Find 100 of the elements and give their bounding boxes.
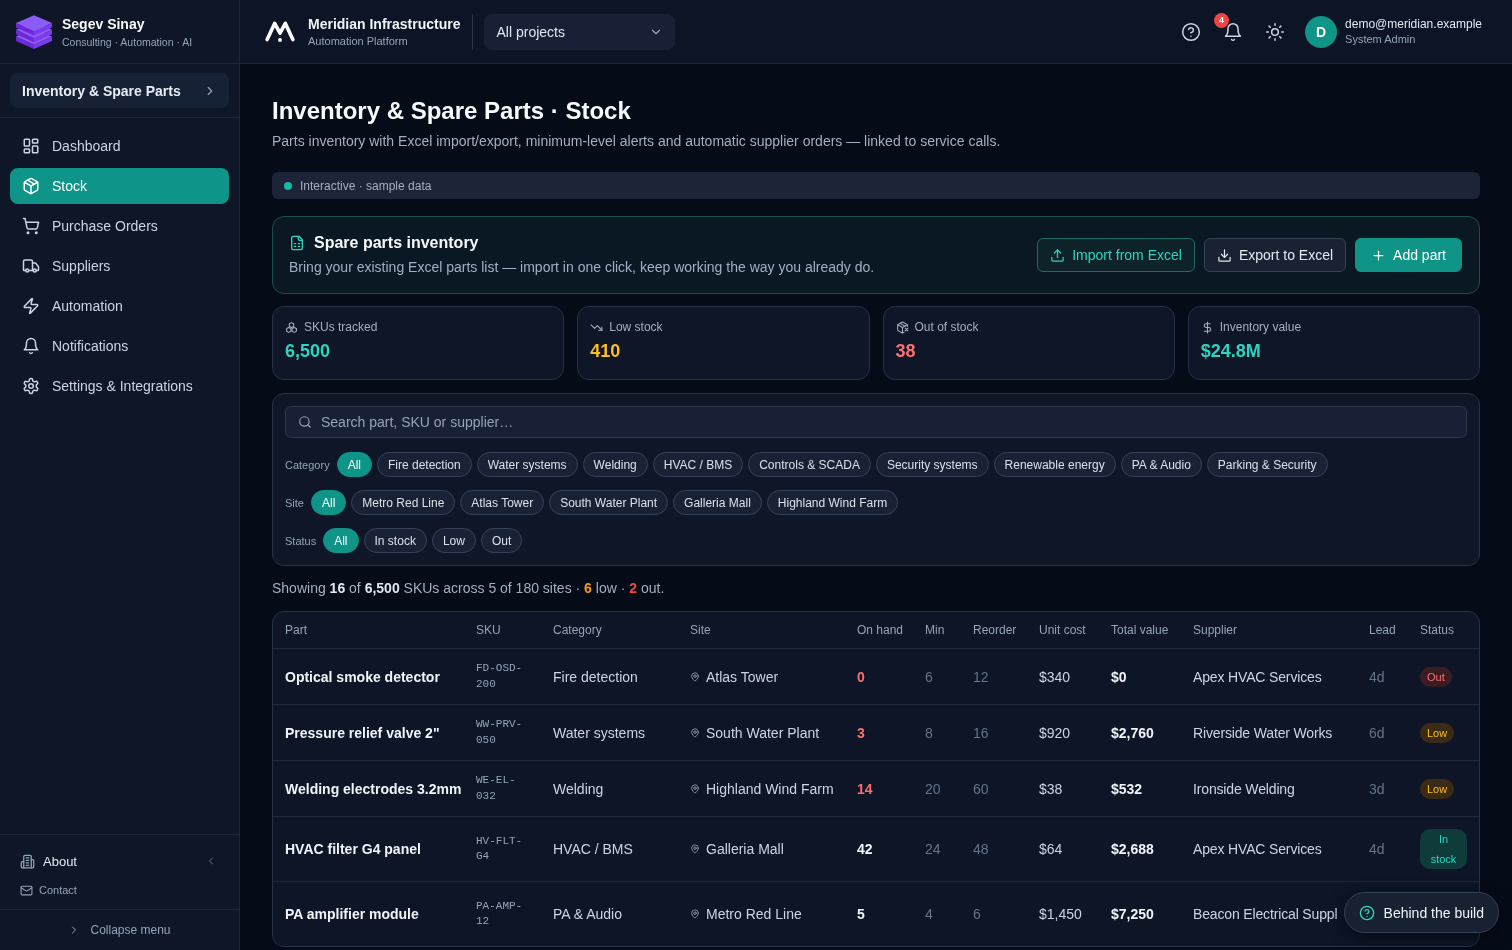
notification-badge: 4: [1214, 12, 1230, 28]
upload-icon: [1050, 247, 1066, 263]
nav-item[interactable]: Notifications: [10, 328, 229, 364]
table-cell: Apex HVAC Services: [1193, 667, 1322, 686]
filter-chip[interactable]: Welding: [582, 452, 648, 477]
stat-label: Inventory value: [1219, 320, 1302, 334]
add-part-button[interactable]: Add part: [1355, 238, 1462, 272]
bell-icon: [22, 337, 40, 355]
table-cell: 4: [925, 905, 933, 923]
table-cell: 5: [857, 905, 865, 923]
nav-item[interactable]: Dashboard: [10, 128, 229, 164]
filter-chip[interactable]: PA & Audio: [1120, 452, 1202, 477]
bell-icon[interactable]: [1223, 21, 1244, 42]
status-badge: Low: [1420, 778, 1455, 799]
contact-link[interactable]: Contact: [20, 879, 77, 901]
search-icon: [298, 415, 312, 429]
status-badge: Low: [1420, 722, 1455, 743]
collapse-menu-button[interactable]: Collapse menu: [68, 923, 171, 937]
filter-chip[interactable]: Controls & SCADA: [748, 452, 871, 477]
filter-chip[interactable]: HVAC / BMS: [652, 452, 744, 477]
pin-icon: [690, 783, 700, 794]
filter-chip[interactable]: South Water Plant: [549, 490, 669, 515]
export-button[interactable]: Export to Excel: [1203, 238, 1347, 272]
filter-chip[interactable]: Galleria Mall: [673, 490, 762, 515]
table-cell: 14: [857, 779, 873, 798]
table-cell: Pressure relief valve 2": [285, 723, 440, 742]
app-name: Meridian Infrastructure: [308, 15, 461, 33]
filter-label: Category: [285, 458, 330, 471]
stacked-layers-logo-icon: [16, 14, 52, 49]
table-cell: $532: [1111, 779, 1143, 798]
filter-chip[interactable]: Metro Red Line: [351, 490, 456, 515]
filter-chip[interactable]: Fire detection: [377, 452, 472, 477]
table-cell: 4d: [1369, 840, 1385, 858]
app-subtitle: Automation Platform: [308, 34, 409, 48]
stat-label: SKUs tracked: [304, 320, 378, 334]
user-email: demo@meridian.example: [1345, 17, 1482, 32]
column-header: Lead: [1369, 623, 1396, 637]
filter-chip[interactable]: Highland Wind Farm: [766, 490, 899, 515]
nav-item[interactable]: Stock: [10, 168, 229, 204]
stat-value: 410: [590, 340, 621, 363]
pin-icon: [690, 671, 700, 682]
behind-the-build-button[interactable]: Behind the build: [1343, 892, 1499, 933]
nav-item[interactable]: Automation: [10, 288, 229, 324]
nav-item[interactable]: Suppliers: [10, 248, 229, 284]
cart-icon: [22, 217, 40, 235]
plus-icon: [1371, 247, 1387, 263]
search-field[interactable]: Search part, SKU or supplier…: [285, 406, 1467, 438]
table-cell-text: PA-AMP-12: [476, 898, 524, 929]
module-selector[interactable]: Inventory & Spare Parts: [10, 73, 229, 108]
help-icon: [1358, 904, 1375, 921]
filter-chip[interactable]: Security systems: [875, 452, 989, 477]
panel-title: Spare parts inventory: [314, 233, 479, 253]
table-cell: 48: [973, 840, 989, 858]
help-icon[interactable]: [1181, 21, 1202, 42]
download-icon: [1216, 247, 1232, 263]
column-header: Reorder: [973, 623, 1017, 637]
filter-chip[interactable]: Renewable energy: [993, 452, 1116, 477]
column-header: SKU: [476, 623, 501, 637]
table-cell: Atlas Tower: [706, 667, 779, 686]
filter-chip[interactable]: All: [323, 528, 359, 553]
stat-value: $24.8M: [1200, 340, 1261, 363]
user-role: System Admin: [1345, 32, 1417, 46]
results-summary: Showing 16 of 6,500 SKUs across 5 of 180 sites · 6 low · 2 out.: [272, 579, 665, 598]
table-cell: Riverside Water Works: [1193, 723, 1333, 742]
cubes-icon: [285, 320, 298, 334]
nav-item[interactable]: Purchase Orders: [10, 208, 229, 244]
pin-icon: [690, 909, 700, 919]
sun-icon[interactable]: [1265, 21, 1286, 42]
about-link[interactable]: About: [20, 853, 77, 869]
table-cell: $920: [1039, 723, 1071, 742]
table-cell: Apex HVAC Services: [1193, 840, 1322, 858]
stat-value: 38: [895, 340, 916, 363]
table-cell: Welding electrodes 3.2mm: [285, 779, 462, 798]
table-cell: HVAC / BMS: [553, 840, 633, 858]
nav-item[interactable]: Settings & Integrations: [10, 368, 229, 404]
filter-chip[interactable]: Atlas Tower: [460, 490, 545, 515]
filter-chip[interactable]: Water systems: [476, 452, 578, 477]
import-button[interactable]: Import from Excel: [1037, 238, 1195, 272]
filter-chip[interactable]: In stock: [363, 528, 427, 553]
filter-chip[interactable]: Parking & Security: [1206, 452, 1328, 477]
table-cell: 6: [973, 905, 981, 923]
grid-icon: [22, 137, 40, 155]
filter-chip[interactable]: All: [336, 452, 372, 477]
table-cell: 4d: [1369, 667, 1385, 686]
table-cell: $2,760: [1111, 723, 1154, 742]
table-cell: 42: [857, 840, 873, 858]
panel-description: Bring your existing Excel parts list — import in one click, keep working the way you already do.: [289, 258, 875, 277]
table-cell: Galleria Mall: [706, 840, 784, 858]
filter-chip[interactable]: All: [310, 490, 347, 515]
filter-label: Status: [285, 534, 317, 547]
column-header: Part: [285, 623, 307, 637]
pin-icon: [690, 844, 700, 854]
table-cell: 3d: [1369, 779, 1385, 798]
column-header: Unit cost: [1039, 623, 1086, 637]
filter-chip[interactable]: Out: [480, 528, 523, 553]
page-subtitle: Parts inventory with Excel import/export, minimum-level alerts and automatic supplier orders — linked to service calls.: [272, 133, 1001, 149]
table-cell: Fire detection: [553, 667, 638, 686]
column-header: Status: [1420, 623, 1455, 637]
filter-chip[interactable]: Low: [431, 528, 476, 553]
project-select[interactable]: All projects: [484, 13, 676, 50]
